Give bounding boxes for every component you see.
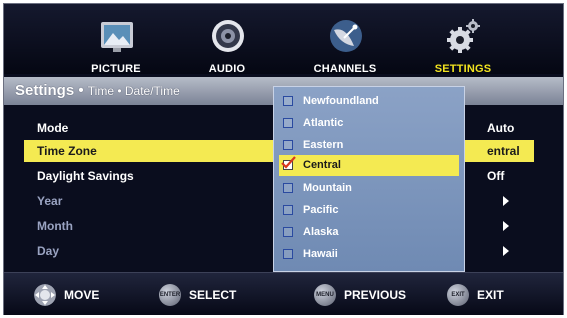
timezone-option[interactable]: Hawaii [279, 244, 459, 264]
timezone-option-label: Atlantic [303, 117, 344, 129]
category-bar: PICTURE AUDIO CHANNELS SETTINGS [4, 4, 563, 75]
setting-label: Daylight Savings [37, 169, 134, 183]
arrow-right-icon [503, 196, 509, 206]
category-label: PICTURE [91, 63, 141, 75]
setting-label: Year [37, 194, 63, 208]
setting-value: Off [487, 169, 505, 183]
timezone-option-selected[interactable]: Central [279, 155, 459, 176]
dpad-icon [34, 284, 56, 306]
category-settings[interactable]: SETTINGS [408, 12, 518, 75]
time-zone-dropdown[interactable]: Newfoundland Atlantic Eastern Central Mo… [273, 86, 465, 272]
checkbox[interactable] [283, 183, 293, 193]
setting-label: Mode [37, 121, 69, 135]
checkbox[interactable] [283, 118, 293, 128]
setting-value: Auto [487, 121, 515, 135]
page-title: Settings • [15, 82, 84, 99]
hint-label: MOVE [64, 288, 100, 302]
timezone-option-label: Newfoundland [303, 95, 379, 107]
category-picture[interactable]: PICTURE [61, 12, 171, 75]
setting-label: Time Zone [37, 144, 97, 158]
category-audio[interactable]: AUDIO [172, 12, 282, 75]
timezone-option[interactable]: Alaska [279, 222, 459, 242]
arrow-right-icon [503, 221, 509, 231]
checkbox[interactable] [283, 140, 293, 150]
timezone-option[interactable]: Pacific [279, 200, 459, 220]
setting-label: Day [37, 244, 60, 258]
checkbox[interactable] [283, 249, 293, 259]
category-label: SETTINGS [434, 63, 492, 75]
timezone-option-label: Eastern [303, 139, 344, 151]
hint-label: EXIT [477, 288, 504, 302]
checkbox[interactable] [283, 205, 293, 215]
hint-bar: MOVE ENTER SELECT MENU PREVIOUS EXIT EXI… [4, 272, 563, 315]
breadcrumb: Settings • Time • Date/Time [15, 82, 180, 99]
category-channels[interactable]: CHANNELS [290, 12, 400, 75]
timezone-option[interactable]: Eastern [279, 135, 459, 155]
timezone-option[interactable]: Mountain [279, 178, 459, 198]
timezone-option-label: Central [303, 159, 341, 171]
timezone-option-label: Alaska [303, 226, 339, 238]
timezone-option-label: Pacific [303, 204, 339, 216]
hint-label: PREVIOUS [344, 288, 407, 302]
enter-button-icon: ENTER [159, 284, 181, 306]
checkbox[interactable] [283, 96, 293, 106]
picture-icon [101, 22, 133, 52]
tv-menu-frame: PICTURE AUDIO CHANNELS SETTINGS Settings… [3, 3, 564, 315]
timezone-option-label: Hawaii [303, 248, 338, 260]
setting-value: entral [487, 144, 520, 158]
arrow-right-icon [503, 246, 509, 256]
breadcrumb-path: Time • Date/Time [87, 84, 180, 98]
timezone-option-label: Mountain [303, 182, 352, 194]
timezone-option[interactable]: Newfoundland [279, 91, 459, 111]
gears-icon [447, 19, 480, 53]
checkmark-icon [281, 156, 296, 169]
category-label: CHANNELS [313, 63, 377, 75]
menu-button-icon: MENU [314, 284, 336, 306]
timezone-option[interactable]: Atlantic [279, 113, 459, 133]
hint-label: SELECT [189, 288, 237, 302]
setting-label: Month [37, 219, 73, 233]
satellite-dish-icon [330, 20, 362, 52]
checkbox[interactable] [283, 227, 293, 237]
exit-button-icon: EXIT [447, 284, 469, 306]
speaker-icon [212, 20, 244, 52]
category-label: AUDIO [208, 63, 246, 75]
